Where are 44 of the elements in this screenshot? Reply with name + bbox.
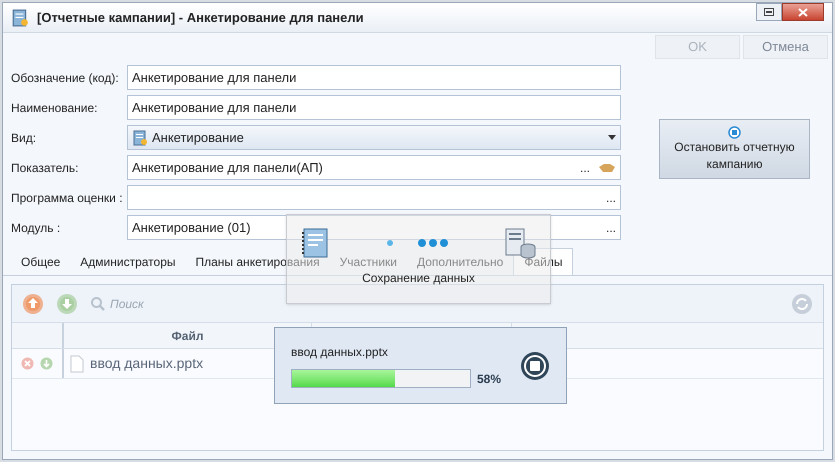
database-icon — [504, 227, 536, 259]
restore-button[interactable] — [756, 3, 782, 21]
field-label: Вид: — [11, 130, 38, 146]
caret-icon — [608, 135, 616, 140]
field-label: Обозначение (код): — [11, 70, 120, 86]
download-icon[interactable] — [56, 292, 78, 314]
picker-field[interactable]: ... — [127, 185, 621, 210]
tab[interactable]: Общее — [11, 248, 70, 275]
stop-icon[interactable] — [520, 350, 550, 380]
delete-icon[interactable] — [21, 357, 34, 370]
picker-field[interactable]: Анкетирование для панели(АП) ... — [127, 155, 621, 180]
download-icon[interactable] — [40, 357, 53, 370]
loading-dots-icon — [386, 239, 448, 247]
upload-icon[interactable] — [22, 292, 44, 314]
text-field[interactable]: Анкетирование для панели — [127, 95, 621, 120]
picker-field[interactable]: Анкетирование (01) ... — [127, 215, 621, 240]
field-label: Модуль : — [11, 220, 62, 236]
text-field[interactable]: Анкетирование для панели — [127, 65, 621, 90]
field-label: Программа оценки : — [11, 190, 124, 206]
stop-icon — [728, 126, 741, 138]
search-icon — [90, 296, 106, 312]
dropdown-field[interactable]: Анкетирование — [127, 125, 621, 150]
restore-icon — [764, 8, 774, 16]
file-icon — [70, 354, 84, 372]
window-title: [Отчетные кампании] - Анкетирование для панели — [37, 8, 365, 27]
browse-button[interactable]: ... — [606, 192, 616, 204]
field-value: Анкетирование для панели(АП) — [132, 158, 324, 177]
notebook-icon — [11, 8, 29, 26]
tab[interactable]: Планы анкетирования — [186, 248, 330, 275]
notebook-icon — [132, 130, 148, 146]
file-name[interactable]: ввод данных.pptx — [90, 353, 204, 374]
close-button[interactable] — [782, 3, 824, 21]
notebook-icon — [301, 228, 329, 258]
browse-button[interactable]: ... — [580, 162, 590, 174]
browse-button[interactable]: ... — [606, 222, 616, 234]
field-label: Наименование: — [11, 100, 99, 116]
field-label: Показатель: — [11, 160, 80, 176]
refresh-icon[interactable] — [791, 292, 813, 314]
close-icon — [798, 8, 808, 16]
tab[interactable]: Администраторы — [70, 248, 186, 275]
stop-campaign-button[interactable]: Остановить отчетную кампанию — [659, 119, 810, 179]
field-value: Анкетирование (01) — [132, 218, 252, 237]
field-value: Анкетирование — [152, 128, 245, 147]
progress-reading: 58% — [477, 370, 502, 388]
